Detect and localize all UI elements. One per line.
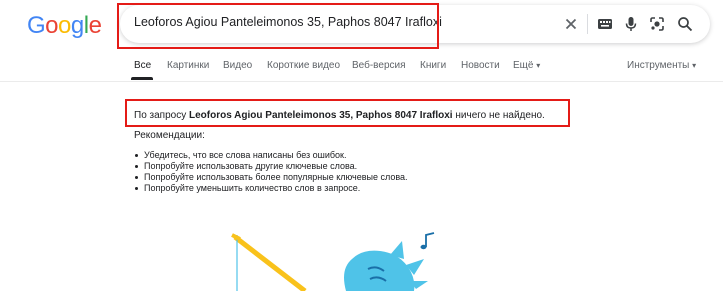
mic-icon[interactable] [622,15,640,33]
list-item: Попробуйте использовать более популярные… [134,172,408,183]
tab-videos[interactable]: Видео [223,60,252,71]
logo-letter-g2: g [70,12,84,39]
creature-icon [344,241,428,291]
no-results-illustration [231,232,435,291]
list-item: Попробуйте уменьшить количество слов в з… [134,183,408,194]
fishing-rod-icon [231,233,307,291]
tab-images[interactable]: Картинки [167,60,209,71]
keyboard-icon[interactable] [596,15,614,33]
search-tabs: Все Картинки Видео Короткие видео Веб-ве… [0,54,723,82]
chevron-down-icon: ▾ [536,61,541,70]
tab-short-videos[interactable]: Короткие видео [267,60,340,71]
music-note-icon [420,232,435,250]
tab-more[interactable]: Ещё ▾ [513,60,540,71]
header-divider [0,81,723,82]
search-highlight-box [117,3,439,49]
tab-books[interactable]: Книги [420,60,446,71]
tab-news[interactable]: Новости [461,60,500,71]
chevron-down-icon: ▾ [692,61,697,70]
logo-letter-o1: o [45,12,59,39]
list-item: Убедитесь, что все слова написаны без ош… [134,150,408,161]
google-logo[interactable]: Google [27,12,102,40]
tab-all[interactable]: Все [134,60,151,71]
close-icon[interactable] [562,15,580,33]
active-tab-indicator [131,77,153,80]
recommendations-list: Убедитесь, что все слова написаны без ош… [134,150,408,194]
lens-icon[interactable] [648,15,666,33]
tools-label: Инструменты [627,60,690,71]
recommendations-title: Рекомендации: [134,130,205,141]
search-divider [587,14,588,34]
logo-letter-o2: o [58,12,71,39]
search-icon[interactable] [676,15,694,33]
logo-letter-e: e [88,12,102,39]
message-highlight-box [125,99,570,127]
tools-button[interactable]: Инструменты ▾ [627,60,696,71]
list-item: Попробуйте использовать другие ключевые … [134,161,408,172]
tab-more-label: Ещё [513,60,534,71]
tab-web[interactable]: Веб-версия [352,60,406,71]
logo-letter-g: G [27,12,46,39]
